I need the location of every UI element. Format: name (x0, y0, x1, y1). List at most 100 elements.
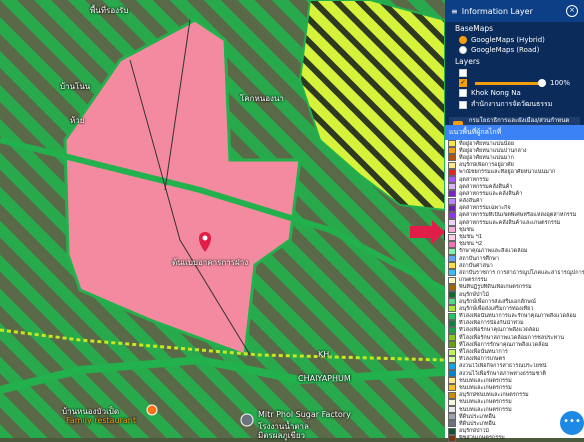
legend-label: ที่โล่งเพื่อการรักษาคุณภาพสิ่งแวดล้อม (459, 341, 549, 348)
factory-pin[interactable] (240, 413, 254, 427)
legend-label: ชนบทและเกษตรกรรม (459, 384, 512, 391)
legend-swatch (448, 211, 456, 219)
close-icon[interactable]: × (566, 5, 578, 17)
legend-label: สงวนไว้เพื่อรักษาสภาพทางธรรมชาติ (459, 370, 546, 377)
layer-khok-nong-na[interactable]: Khok Nong Na (445, 88, 584, 98)
radio-icon[interactable] (459, 46, 467, 54)
legend-label: ที่โล่งเพื่อการเกษตร (459, 356, 506, 363)
legend-item: ที่โล่งเพื่อรักษาสภาพแวดล้อมการชลประทาน (445, 334, 584, 342)
legend-swatch (448, 384, 456, 392)
opacity-slider-row[interactable]: ✓ 100% (445, 78, 584, 88)
radio-icon[interactable] (459, 36, 467, 44)
legend-swatch (448, 298, 456, 306)
legend-item: เกษตรกรรม (445, 276, 584, 284)
legend-item: อุตสาหกรรม (445, 176, 584, 184)
checkbox-icon[interactable]: ✓ (459, 79, 467, 87)
legend-item: ที่โล่งเพื่อการรักษาคุณภาพสิ่งแวดล้อม (445, 341, 584, 349)
legend-list: ที่อยู่อาศัยหนาแน่นน้อยที่อยู่อาศัยหนาแน… (445, 140, 584, 442)
legend-swatch (448, 370, 456, 378)
legend-swatch (448, 176, 456, 184)
legend-swatch (448, 341, 456, 349)
legend-label: อนุรักษ์เพื่อการส่งเสริมเอกลักษณ์ (459, 298, 536, 305)
legend-swatch (448, 291, 456, 299)
legend-swatch (448, 197, 456, 205)
legend-label: ที่โล่งเพื่อนันทนาการและรักษาคุณภาพสิ่งแ… (459, 313, 577, 320)
legend-swatch (448, 420, 456, 428)
legend-item: ชุมชน (445, 226, 584, 234)
legend-item: อุตสาหกรรมคลังสินค้า (445, 183, 584, 191)
legend-title: แนวพื้นที่ผู้กลไกที่ (445, 125, 584, 140)
layers-icon: ≡ (451, 6, 458, 16)
legend-swatch (448, 161, 456, 169)
legend-item: สถาบันราชการ การสาธารณูปโภคและสาธารณูปกา… (445, 269, 584, 277)
map-label-3: ห้วย (70, 116, 85, 125)
legend-label: สงวนไว้เพื่อกิจการสาธารณประโยชน์ (459, 363, 547, 370)
legend-label: ชุมชน ฯ1 (459, 234, 483, 241)
legend-swatch (448, 269, 456, 277)
legend-label: อนุรักษ์ป่าไม้ (459, 428, 489, 435)
restaurant-pin[interactable] (146, 404, 158, 416)
legend-swatch (448, 183, 456, 191)
legend-item: อุตสาหกรรมเฉพาะกิจ (445, 204, 584, 212)
legend-item: อุตสาหกรรมและคลังสินค้าและเกษตรกรรม (445, 219, 584, 227)
legend-item: สถาบันการศึกษา (445, 255, 584, 263)
legend-item: รักษาคุณภาพและสิ่งแวดล้อม (445, 247, 584, 255)
legend-label: คลังสินค้า (459, 198, 483, 205)
legend-item: ที่อยู่อาศัยหนาแน่นมาก (445, 154, 584, 162)
legend-swatch (448, 406, 456, 414)
legend-label: ที่ดินประเภทอื่น (459, 413, 496, 420)
layer-office[interactable]: สำนักงานการจัดวัฒนธรรม (445, 98, 584, 111)
legend-swatch (448, 348, 456, 356)
opacity-slider[interactable] (475, 78, 546, 87)
legend-swatch (448, 276, 456, 284)
legend-swatch (448, 233, 456, 241)
legend-swatch (448, 219, 456, 227)
checkbox-icon[interactable] (459, 69, 467, 77)
road-label-2: CHAIYAPHUM (298, 374, 351, 383)
legend-label: พืชสวนเกษตรกรรม (459, 435, 505, 442)
legend-label: ชนบทและเกษตรกรรม (459, 406, 512, 413)
map-label-2: บ้านโนน (60, 82, 91, 91)
legend-swatch (448, 283, 456, 291)
legend-swatch (448, 168, 456, 176)
legend-item: พืชสวนเกษตรกรรม (445, 434, 584, 442)
legend-item: ชุมชน ฯ1 (445, 233, 584, 241)
legend-swatch (448, 377, 456, 385)
legend-label: ชุมชน (459, 226, 474, 233)
basemap-option-hybrid[interactable]: GoogleMaps (Hybrid) (445, 35, 584, 45)
information-panel: ≡ Information Layer × BaseMaps GoogleMap… (445, 0, 584, 442)
legend-swatch (448, 240, 456, 248)
legend-item: อนุรักษ์เพื่อส่งเสริมการท่องเที่ยว (445, 305, 584, 313)
legend-swatch (448, 147, 456, 155)
legend-label: สถาบันราชการ การสาธารณูปโภคและสาธารณูปกา… (459, 269, 584, 276)
basemap-option-road[interactable]: GoogleMaps (Road) (445, 45, 584, 55)
legend-swatch (448, 326, 456, 334)
legend-label: ชนบทและเกษตรกรรม (459, 377, 512, 384)
factory-sub2: มิตรผลภูเขียว (258, 431, 306, 440)
legend-swatch (448, 154, 456, 162)
layer-checkbox-top[interactable] (445, 68, 584, 78)
legend-label: ที่ดินประเภทอื่น (459, 420, 496, 427)
legend-label: ที่โล่งเพื่อการป้องกันน้ำท่วม (459, 320, 524, 327)
legend-label: อนุรักษ์เพื่อการอยู่อาศัย (459, 162, 514, 169)
factory-label: Mitr Phol Sugar Factory (258, 410, 351, 419)
legend-label: ที่โล่งเพื่อรักษาสภาพแวดล้อมการชลประทาน (459, 334, 564, 341)
legend-label: สถาบันศาสนา (459, 262, 493, 269)
checkbox-icon[interactable] (459, 100, 467, 109)
legend-label: อุตสาหกรรมคลังสินค้า (459, 183, 513, 190)
legend-item: คลังสินค้า (445, 197, 584, 205)
legend-swatch (448, 391, 456, 399)
layers-label: Layers (455, 57, 480, 66)
legend-swatch (448, 355, 456, 363)
legend-swatch (448, 434, 456, 442)
legend-swatch (448, 334, 456, 342)
legend-swatch (448, 362, 456, 370)
legend-item: อุตสาหกรรมและคลังสินค้า (445, 190, 584, 198)
chat-icon[interactable]: ••• (560, 411, 584, 435)
legend-item: ที่อยู่อาศัยหนาแน่นน้อย (445, 140, 584, 148)
legend-item: สงวนไว้เพื่อกิจการสาธารณประโยชน์ (445, 362, 584, 370)
legend-swatch (448, 262, 456, 270)
checkbox-icon[interactable] (459, 89, 467, 97)
legend-label: ที่อยู่อาศัยหนาแน่นน้อย (459, 140, 515, 147)
place-label-4-sub: Family restaurant (66, 416, 136, 425)
